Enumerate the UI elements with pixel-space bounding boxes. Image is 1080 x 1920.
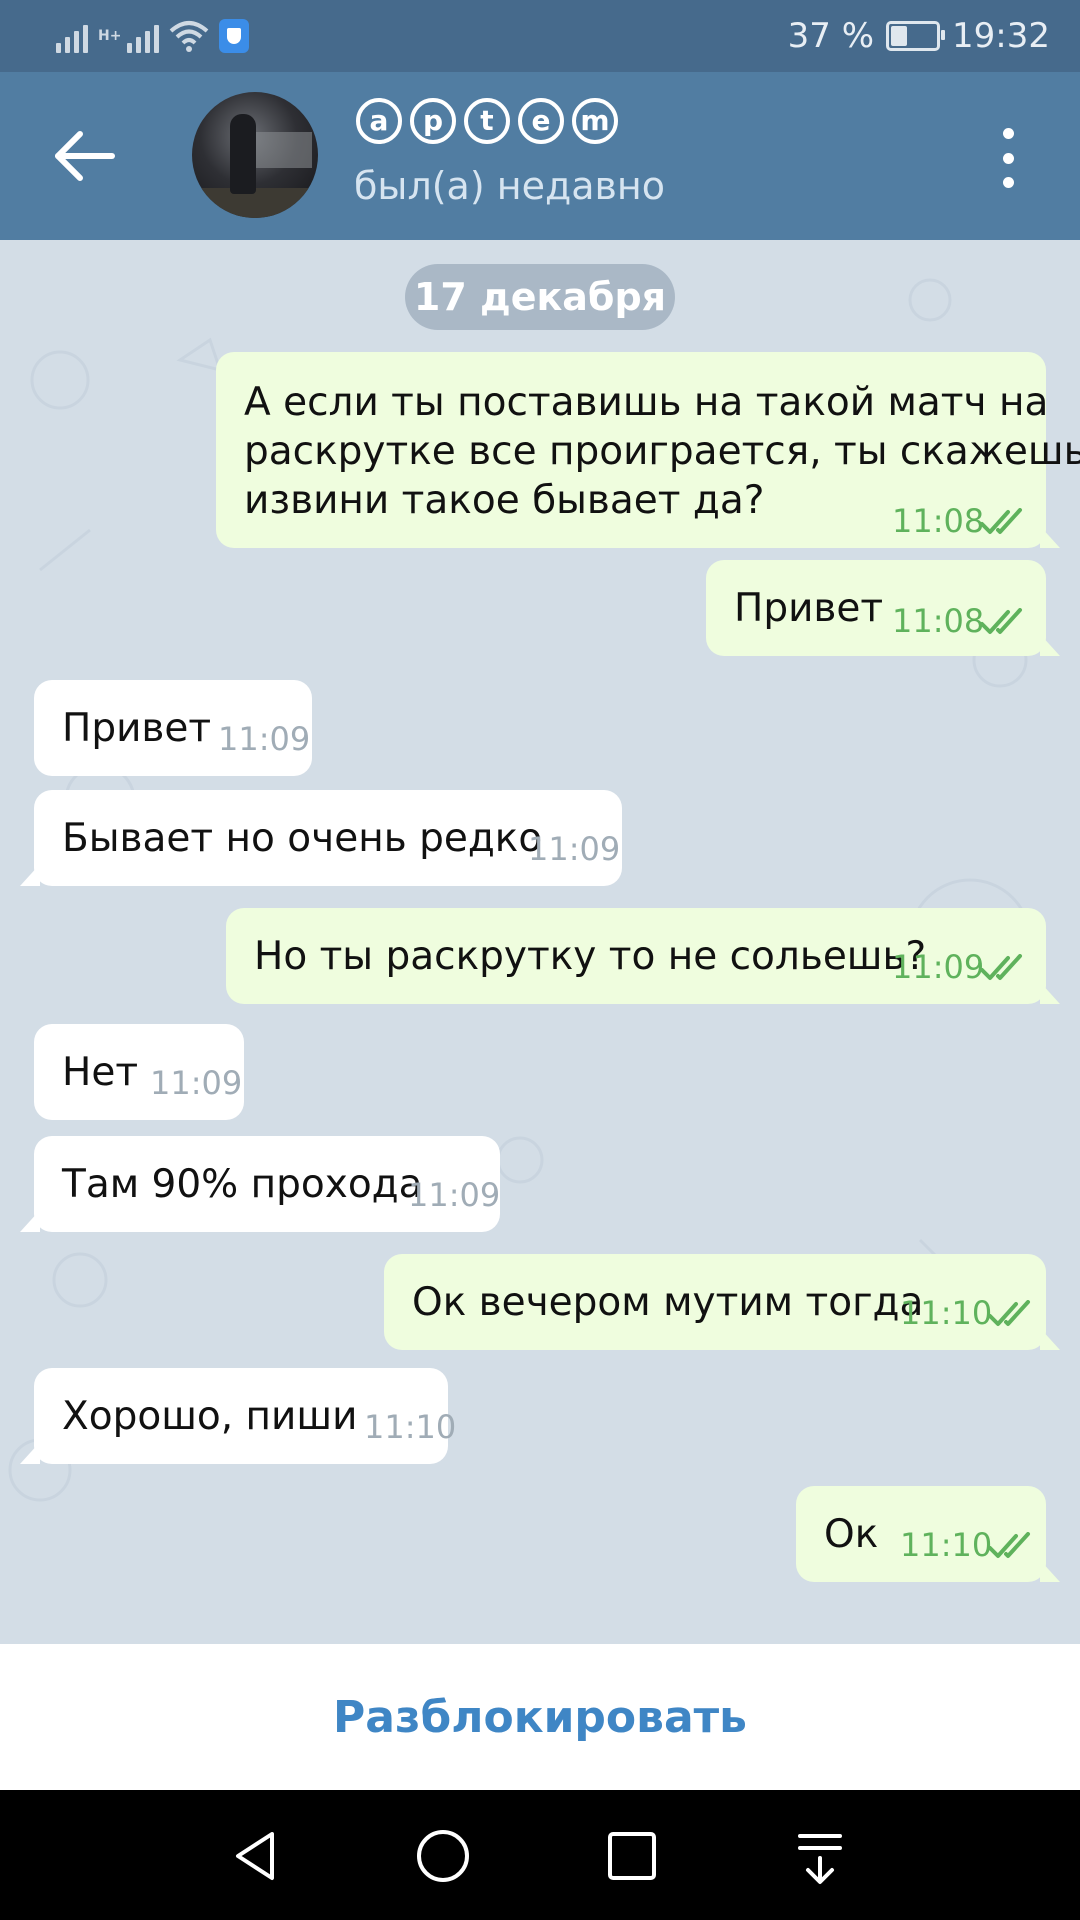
read-checkmarks-icon xyxy=(980,508,1022,534)
message-text: Хорошо, пиши xyxy=(62,1392,357,1441)
read-checkmarks-icon xyxy=(988,1532,1030,1558)
message-text: Нет xyxy=(62,1048,138,1097)
incoming-message[interactable]: Нет 11:09 xyxy=(34,1024,244,1120)
message-line: Там 90% прохода xyxy=(62,1162,423,1207)
signal-icon xyxy=(56,19,88,53)
unblock-bar: Разблокировать xyxy=(0,1644,1080,1790)
notifications-pulldown-icon[interactable] xyxy=(790,1826,850,1886)
status-icons-right: 37 % 19:32 xyxy=(788,14,1050,58)
more-options-icon[interactable] xyxy=(990,128,1026,188)
message-line: Но ты раскрутку то не сольешь? xyxy=(254,934,927,979)
signal-icon xyxy=(127,19,160,53)
battery-icon xyxy=(886,21,946,51)
message-time: 11:08 xyxy=(892,502,985,540)
message-line: Ок xyxy=(824,1512,879,1557)
shield-icon xyxy=(219,19,250,53)
recents-square-icon[interactable] xyxy=(602,1826,662,1886)
wifi-icon xyxy=(170,21,209,52)
message-text: Привет xyxy=(62,704,211,753)
incoming-message[interactable]: Там 90% прохода 11:09 xyxy=(20,1136,501,1232)
contact-name[interactable]: aptem xyxy=(356,98,618,154)
contact-name-letter: t xyxy=(464,98,510,144)
message-line: раскрутке все проиграется, ты скажешь xyxy=(244,429,1080,474)
message-text: Привет xyxy=(734,584,883,633)
outgoing-message[interactable]: Ок 11:10 xyxy=(796,1486,1060,1582)
message-time: 11:08 xyxy=(892,602,985,640)
message-time: 11:10 xyxy=(900,1294,993,1332)
date-separator: 17 декабря xyxy=(405,264,675,330)
message-time: 11:10 xyxy=(900,1526,993,1564)
back-triangle-icon[interactable] xyxy=(226,1826,286,1886)
message-time: 11:09 xyxy=(528,830,621,868)
outgoing-message[interactable]: Но ты раскрутку то не сольешь? 11:09 xyxy=(226,908,1060,1004)
message-line: Ок вечером мутим тогда xyxy=(412,1280,924,1325)
message-line: А если ты поставишь на такой матч на xyxy=(244,380,1049,425)
back-arrow-icon[interactable] xyxy=(50,124,120,188)
read-checkmarks-icon xyxy=(988,1300,1030,1326)
message-text: Там 90% прохода xyxy=(62,1160,423,1209)
message-line: Хорошо, пиши xyxy=(62,1394,358,1439)
message-time: 11:09 xyxy=(218,720,311,758)
home-circle-icon[interactable] xyxy=(413,1826,473,1886)
contact-name-letter: m xyxy=(572,98,618,144)
battery-percent: 37 % xyxy=(787,16,875,56)
message-line: Привет xyxy=(734,586,884,631)
contact-status: был(а) недавно xyxy=(354,164,666,208)
outgoing-message[interactable]: А если ты поставишь на такой матч на раск… xyxy=(216,352,1080,548)
message-line: Привет xyxy=(62,706,212,751)
message-line: Бывает но очень редко xyxy=(62,816,543,861)
read-checkmarks-icon xyxy=(980,954,1022,980)
message-text: Ок вечером мутим тогда xyxy=(412,1278,923,1327)
message-time: 11:10 xyxy=(364,1408,457,1446)
message-line: Нет xyxy=(62,1050,139,1095)
network-type-label: H+ xyxy=(98,28,122,44)
chat-header: aptem был(а) недавно xyxy=(0,72,1080,240)
system-nav-bar xyxy=(0,1790,1080,1920)
message-text: Но ты раскрутку то не сольешь? xyxy=(254,932,926,981)
message-time: 11:09 xyxy=(408,1176,501,1214)
incoming-message[interactable]: Хорошо, пиши 11:10 xyxy=(20,1368,456,1464)
contact-name-letter: p xyxy=(410,98,456,144)
outgoing-message[interactable]: Ок вечером мутим тогда 11:10 xyxy=(384,1254,1060,1350)
incoming-message[interactable]: Бывает но очень редко 11:09 xyxy=(20,790,622,886)
incoming-message[interactable]: Привет 11:09 xyxy=(34,680,312,776)
clock: 19:32 xyxy=(952,16,1050,56)
message-time: 11:09 xyxy=(150,1064,243,1102)
unblock-button[interactable]: Разблокировать xyxy=(333,1692,747,1743)
avatar[interactable] xyxy=(192,92,318,218)
battery-fill xyxy=(891,26,908,46)
status-icons-left: H+ xyxy=(56,14,250,58)
outgoing-message[interactable]: Привет 11:08 xyxy=(706,560,1060,656)
read-checkmarks-icon xyxy=(980,608,1022,634)
contact-name-letter: a xyxy=(356,98,402,144)
message-text: Ок xyxy=(824,1510,878,1559)
message-list[interactable]: 17 декабря А если ты поставишь на такой … xyxy=(0,240,1080,1644)
contact-name-letter: e xyxy=(518,98,564,144)
message-time: 11:09 xyxy=(892,948,985,986)
message-text: Бывает но очень редко xyxy=(62,814,542,863)
status-bar: H+ 37 % 19:32 xyxy=(0,0,1080,72)
